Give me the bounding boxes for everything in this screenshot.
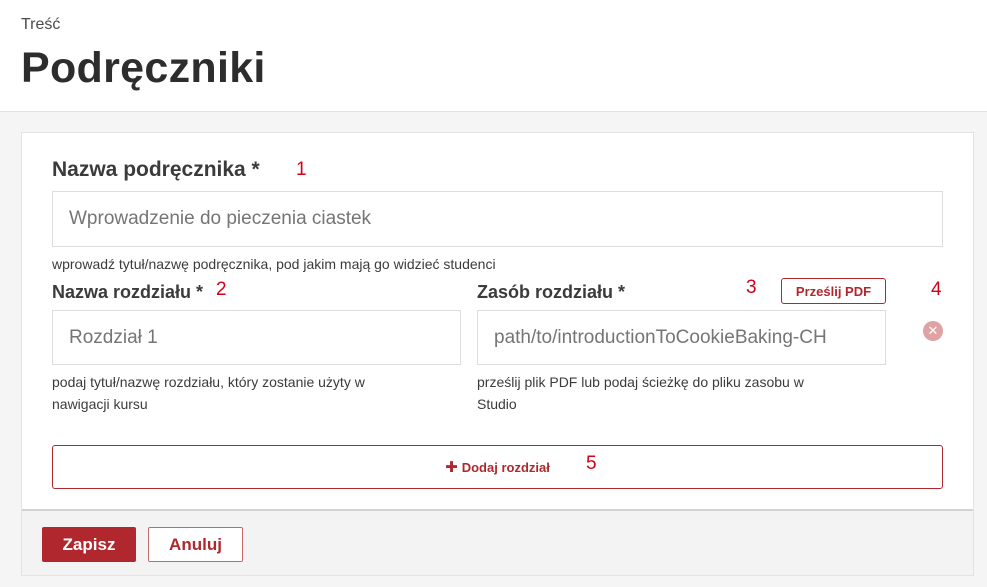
chapter-asset-help: prześlij plik PDF lub podaj ścieżkę do p… <box>477 371 886 415</box>
annotation-marker-3: 3 <box>746 277 757 298</box>
textbook-name-help: wprowadź tytuł/nazwę podręcznika, pod ja… <box>52 256 496 272</box>
annotation-marker-1: 1 <box>296 159 307 180</box>
textbook-form-card: Nazwa podręcznika * 1 wprowadź tytuł/naz… <box>21 132 974 576</box>
chapter-name-help: podaj tytuł/nazwę rozdziału, który zosta… <box>52 371 461 415</box>
annotation-marker-5: 5 <box>586 453 597 474</box>
chapter-asset-label: Zasób rozdziału * <box>477 282 626 302</box>
form-footer: Zapisz Anuluj <box>22 509 973 575</box>
chapter-name-label: Nazwa rozdziału * <box>52 282 204 302</box>
chapter-name-help-line-1: podaj tytuł/nazwę rozdziału, który zosta… <box>52 374 365 390</box>
chapter-asset-help-line-2: Studio <box>477 396 517 412</box>
cancel-button[interactable]: Anuluj <box>148 527 243 562</box>
page-title: Podręczniki <box>21 44 266 92</box>
textbook-name-label: Nazwa podręcznika * <box>52 158 260 181</box>
add-chapter-button[interactable]: ✚ Dodaj rozdział <box>52 445 943 489</box>
upload-pdf-button[interactable]: Prześlij PDF <box>781 278 886 304</box>
textbook-name-input[interactable] <box>52 191 943 247</box>
plus-icon: ✚ <box>445 459 458 476</box>
remove-chapter-icon[interactable]: ✕ <box>923 321 943 341</box>
chapter-asset-input[interactable] <box>477 310 886 365</box>
annotation-marker-4: 4 <box>931 279 942 300</box>
form-body: Nazwa podręcznika * 1 wprowadź tytuł/naz… <box>22 133 973 509</box>
page-header: Treść Podręczniki <box>0 0 987 112</box>
breadcrumb[interactable]: Treść <box>21 16 60 34</box>
save-button[interactable]: Zapisz <box>42 527 136 562</box>
annotation-marker-2: 2 <box>216 279 227 300</box>
chapter-name-help-line-2: nawigacji kursu <box>52 396 148 412</box>
chapter-name-input[interactable] <box>52 310 461 365</box>
chapter-asset-help-line-1: prześlij plik PDF lub podaj ścieżkę do p… <box>477 374 804 390</box>
add-chapter-label: Dodaj rozdział <box>461 459 550 475</box>
